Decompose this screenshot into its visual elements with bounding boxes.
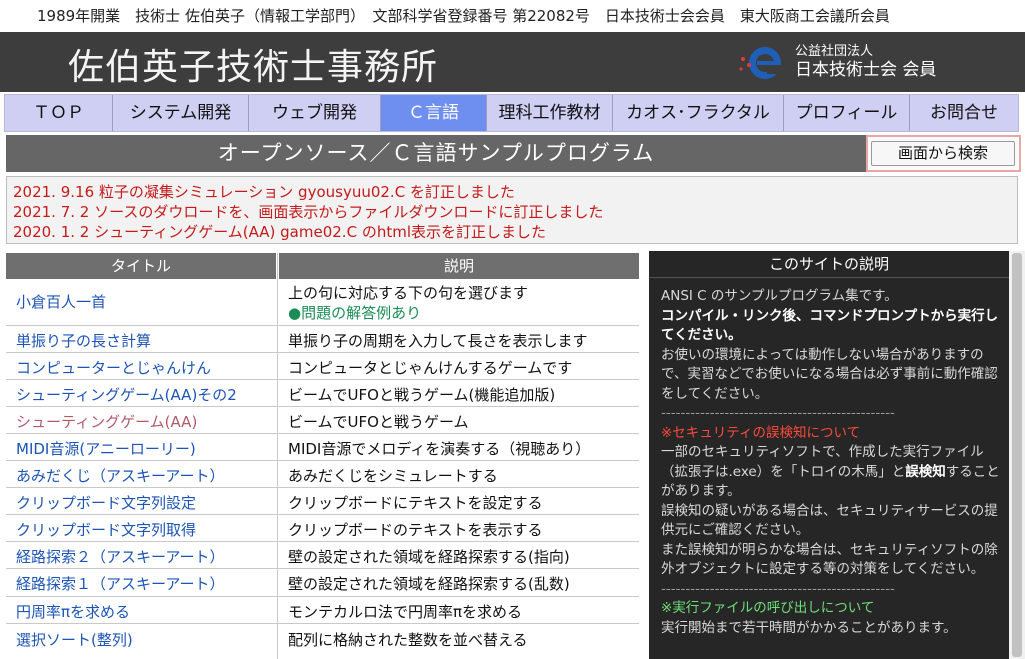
nav-web-dev[interactable]: ウェブ開発 [249, 95, 381, 131]
program-description: 壁の設定された領域を経路探索する(指向) [288, 548, 570, 566]
table-row: 経路探索２（アスキーアート） 壁の設定された領域を経路探索する(指向) [6, 542, 639, 569]
panel-title: このサイトの説明 [649, 251, 1009, 278]
program-description: モンテカルロ法で円周率πを求める [288, 603, 523, 621]
security-text3: また誤検知が明らかな場合は、セキュリティソフトの除外オブジェクトに設定する等の対… [661, 541, 998, 578]
program-link[interactable]: コンピューターとじゃんけん [16, 357, 211, 378]
panel-separator: ----------------------------------------… [661, 405, 895, 421]
top-info-text: 1989年開業 技術士 佐伯英子（情報工学部門） 文部科学省登録番号 第2208… [37, 7, 890, 25]
program-link[interactable]: 経路探索２（アスキーアート） [16, 546, 225, 567]
program-description: MIDI音源でメロディを演奏する（視聴あり） [288, 440, 591, 458]
site-title: 佐伯英子技術士事務所 [68, 47, 439, 88]
program-link[interactable]: 単振り子の長さ計算 [16, 330, 151, 351]
section-title-bar: オープンソース／Ｃ言語サンプルプログラム [6, 135, 866, 172]
table-row: コンピューターとじゃんけん コンピュータとじゃんけんするゲームです [6, 353, 639, 380]
badge-line1: 公益社団法人 [795, 44, 874, 59]
table-row: 単振り子の長さ計算 単振り子の周期を入力して長さを表示します [6, 326, 639, 353]
program-link[interactable]: シューティングゲーム(AA) [16, 411, 197, 432]
program-link[interactable]: 選択ソート(整列) [16, 629, 133, 650]
program-link[interactable]: 円周率πを求める [16, 601, 130, 622]
main-nav: ＴＯＰ システム開発 ウェブ開発 Ｃ言語 理科工作教材 カオス･フラクタル プロ… [4, 94, 1019, 132]
panel-separator: ----------------------------------------… [661, 580, 895, 597]
exec-text: 実行開始まで若干時間がかかることがあります。 [661, 619, 957, 636]
table-row: シューティングゲーム(AA) ビームでUFOと戦うゲーム [6, 407, 639, 434]
table-row: クリップボード文字列取得 クリップボードのテキストを表示する [6, 515, 639, 542]
scroll-thumb[interactable] [1012, 253, 1022, 657]
panel-intro: ANSI C のサンプルプログラム集です。 [661, 288, 898, 304]
program-table-header: タイトル 説明 [6, 253, 639, 279]
program-description: 壁の設定された領域を経路探索する(乱数) [288, 575, 570, 593]
table-row: 経路探索１（アスキーアート） 壁の設定された領域を経路探索する(乱数) [6, 569, 639, 597]
program-description: クリップボードのテキストを表示する [288, 521, 543, 539]
page-search-button[interactable]: 画面から検索 [871, 141, 1015, 166]
table-row: 選択ソート(整列) 配列に格納された整数を並べ替える [6, 624, 639, 659]
nav-c-language[interactable]: Ｃ言語 [381, 95, 487, 131]
program-description: ビームでUFOと戦うゲーム(機能追加版) [288, 386, 556, 404]
panel-scrollbar[interactable] [1009, 251, 1025, 659]
program-description: 単振り子の周期を入力して長さを表示します [288, 332, 588, 350]
panel-body: ANSI C のサンプルプログラム集です。 コンパイル・リンク後、コマンドプロン… [661, 287, 1001, 638]
program-description: 配列に格納された整数を並べ替える [288, 631, 528, 649]
top-info-line: 1989年開業 技術士 佐伯英子（情報工学部門） 文部科学省登録番号 第2208… [0, 0, 1025, 32]
badge-line2: 日本技術士会 会員 [795, 60, 937, 80]
news-item: 2021. 7. 2 ソースのダウロードを、画面表示からファイルダウンロードに訂… [13, 203, 604, 221]
exec-title: ※実行ファイルの呼び出しについて [661, 600, 875, 616]
program-link[interactable]: 経路探索１（アスキーアート） [16, 573, 225, 594]
search-box: 画面から検索 [866, 135, 1021, 172]
security-bold: 誤検知 [905, 463, 946, 480]
panel-bold-instruction: コンパイル・リンク後、コマンドプロンプトから実行してください。 [661, 307, 999, 344]
header-description: 説明 [279, 253, 639, 279]
nav-top[interactable]: ＴＯＰ [5, 95, 113, 131]
program-description: あみだくじをシミュレートする [288, 467, 498, 485]
news-item: 2021. 9.16 粒子の凝集シミュレーション gyousyuu02.C を訂… [13, 183, 515, 201]
nav-contact[interactable]: お問合せ [910, 95, 1018, 131]
news-box: 2021. 9.16 粒子の凝集シミュレーション gyousyuu02.C を訂… [6, 176, 1018, 244]
program-link[interactable]: シューティングゲーム(AA)その2 [16, 384, 237, 405]
table-row: 円周率πを求める モンテカルロ法で円周率πを求める [6, 597, 639, 624]
table-row: クリップボード文字列設定 クリップボードにテキストを設定する [6, 488, 639, 515]
header-title: タイトル [6, 253, 276, 279]
program-link[interactable]: あみだくじ（アスキーアート） [16, 465, 225, 486]
panel-note: お使いの環境によっては動作しない場合がありますので、実習などでお使いになる場合は… [661, 346, 998, 402]
program-description: クリップボードにテキストを設定する [288, 494, 543, 512]
section-title: オープンソース／Ｃ言語サンプルプログラム [217, 141, 655, 165]
nav-system-dev[interactable]: システム開発 [113, 95, 249, 131]
answer-example-link[interactable]: ●問題の解答例あり [288, 302, 421, 323]
program-description: ビームでUFOと戦うゲーム [288, 413, 469, 431]
table-row: あみだくじ（アスキーアート） あみだくじをシミュレートする [6, 461, 639, 488]
security-title: ※セキュリティの誤検知について [661, 424, 861, 441]
nav-profile[interactable]: プロフィール [784, 95, 910, 131]
nav-science-kits[interactable]: 理科工作教材 [487, 95, 613, 131]
program-link[interactable]: MIDI音源(アニーローリー) [16, 438, 196, 459]
program-description: コンピュータとじゃんけんするゲームです [288, 359, 573, 377]
news-item: 2020. 1. 2 シューティングゲーム(AA) game02.C のhtml… [13, 223, 546, 241]
site-description-panel: このサイトの説明 ANSI C のサンプルプログラム集です。 コンパイル・リンク… [649, 251, 1009, 659]
security-text1: 一部のセキュリティソフトで、作成した実行ファイル（拡張子は.exe）を「トロイの… [661, 443, 1001, 502]
engineer-society-logo-icon [739, 47, 781, 79]
table-row: 小倉百人一首 上の句に対応する下の句を選びます ●問題の解答例あり [6, 279, 639, 326]
table-row: シューティングゲーム(AA)その2 ビームでUFOと戦うゲーム(機能追加版) [6, 380, 639, 407]
program-link[interactable]: クリップボード文字列取得 [16, 519, 196, 540]
member-badge: 公益社団法人 日本技術士会 会員 [795, 44, 936, 80]
nav-chaos-fractal[interactable]: カオス･フラクタル [613, 95, 784, 131]
site-header: 佐伯英子技術士事務所 公益社団法人 日本技術士会 会員 [0, 32, 1025, 92]
security-text2: 誤検知の疑いがある場合は、セキュリティサービスの提供元にご確認ください。 [661, 502, 998, 539]
table-row: MIDI音源(アニーローリー) MIDI音源でメロディを演奏する（視聴あり） [6, 434, 639, 461]
program-link[interactable]: クリップボード文字列設定 [16, 492, 196, 513]
program-link[interactable]: 小倉百人一首 [16, 291, 106, 312]
program-description: 上の句に対応する下の句を選びます [288, 284, 529, 302]
